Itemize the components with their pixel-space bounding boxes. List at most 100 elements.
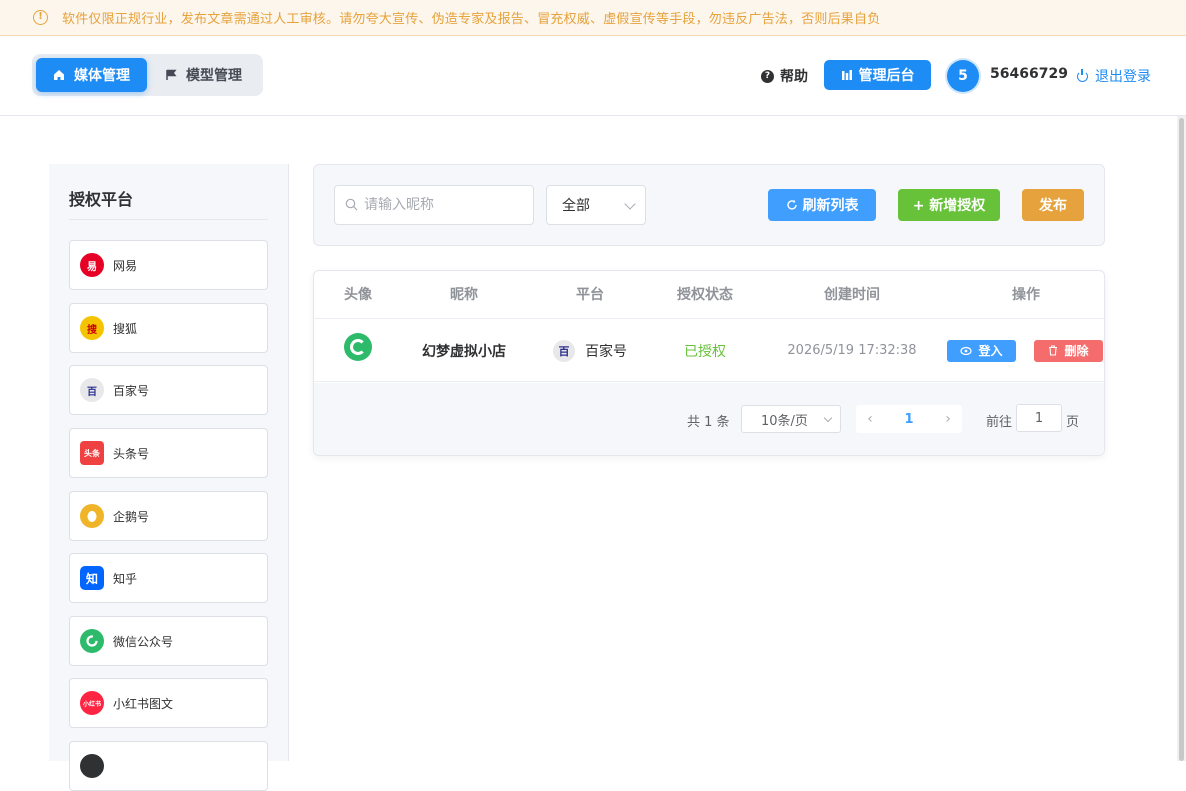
col-actions: 操作 [1012,287,1040,303]
tab-model[interactable]: 模型管理 [147,58,242,92]
zhihu-icon: 知 [80,566,104,590]
sidebar-item-label: 小红书图文 [113,696,174,711]
user-id: 56466729 [990,66,1068,82]
delete-button[interactable]: 删除 [1034,339,1103,362]
goto-label: 前往 [986,415,1013,430]
filter-bar: 全部 刷新列表 + 新增授权 发布 [313,164,1105,246]
sidebar-item-netease[interactable]: 易 网易 [69,240,268,290]
notice-text: 软件仅限正规行业，发布文章需通过人工审核。请勿夸大宣传、伪造专家及报告、冒充权威… [62,12,881,27]
table-header: 头像 昵称 平台 授权状态 创建时间 操作 [314,271,1104,319]
status-select[interactable]: 全部 [546,185,646,225]
login-label: 登入 [978,344,1003,358]
sidebar-item-tiktok[interactable] [69,741,268,791]
current-page[interactable]: 1 [884,412,934,427]
divider [69,219,268,220]
row-delete-cell: 删除 [1034,319,1103,382]
logout-link[interactable]: 退出登录 [1077,66,1151,86]
sidebar-item-penguin[interactable]: 企鹅号 [69,491,268,541]
admin-button[interactable]: 管理后台 [824,60,931,90]
sidebar-title: 授权平台 [69,190,134,209]
header: 媒体管理 模型管理 ? 帮助 管理后台 5 56466729 退出登录 [0,36,1186,116]
penguin-icon [80,504,104,528]
publish-button[interactable]: 发布 [1022,189,1084,221]
tab-media-label: 媒体管理 [74,68,130,84]
login-button[interactable]: 登入 [947,339,1016,362]
sidebar-item-baijiahao[interactable]: 百 百家号 [69,365,268,415]
row-nickname: 幻梦虚拟小店 [422,343,506,360]
sidebar-item-label: 网易 [113,258,138,273]
row-platform-label: 百家号 [585,343,627,360]
sidebar-item-zhihu[interactable]: 知 知乎 [69,553,268,603]
platform-sidebar: 授权平台 易 网易 搜 搜狐 百 百家号 头条 头条号 企鹅号 知 知乎 微信公… [49,164,289,791]
baijiahao-icon: 百 [553,339,575,362]
goto-page-input[interactable] [1016,404,1062,432]
account-avatar [344,332,372,361]
tab-media[interactable]: 媒体管理 [36,58,147,92]
row-created: 2026/5/19 17:32:38 [787,343,917,358]
prev-page-icon[interactable]: ‹ [856,411,884,427]
scrollbar-thumb[interactable] [1179,118,1184,761]
help-label: 帮助 [780,69,808,85]
row-status: 已授权 [684,343,726,360]
nav-tabs: 媒体管理 模型管理 [32,54,263,96]
netease-icon: 易 [80,253,104,277]
search-icon [345,196,358,215]
chevron-down-icon [624,198,636,210]
status-select-value: 全部 [562,198,590,214]
eye-icon [960,346,973,356]
col-platform: 平台 [576,287,604,303]
sidebar-item-label: 搜狐 [113,321,138,336]
sidebar-item-label: 企鹅号 [113,509,150,524]
accounts-table: 头像 昵称 平台 授权状态 创建时间 操作 幻梦虚拟小店 百 百家号 已授权 2… [313,270,1105,456]
search-input-wrap[interactable] [334,185,534,225]
sidebar-item-label: 百家号 [113,383,150,398]
chart-icon [841,69,853,81]
sidebar-item-sohu[interactable]: 搜 搜狐 [69,303,268,353]
pagination: 共 1 条 10条/页 ‹ 1 › 前往 页 [314,383,1104,455]
baijiahao-icon: 百 [80,378,104,402]
flag-icon [165,69,177,81]
col-nickname: 昵称 [450,287,478,303]
admin-label: 管理后台 [858,68,915,84]
sohu-icon: 搜 [80,316,104,340]
page-size-select[interactable]: 10条/页 [741,405,841,433]
delete-label: 删除 [1064,344,1089,358]
row-avatar-cell [344,315,372,378]
sidebar-item-wechat[interactable]: 微信公众号 [69,616,268,666]
col-avatar: 头像 [344,287,372,303]
home-icon [53,69,65,81]
toutiao-icon: 头条 [80,441,104,465]
row-platform: 百 百家号 [526,319,654,382]
sidebar-item-toutiao[interactable]: 头条 头条号 [69,428,268,478]
help-link[interactable]: ? 帮助 [761,66,808,86]
col-created: 创建时间 [824,287,880,303]
add-auth-button[interactable]: + 新增授权 [898,189,1000,221]
page-size-value: 10条/页 [761,413,808,429]
tiktok-icon [80,754,104,778]
sidebar-item-xiaohongshu[interactable]: 小红书 小红书图文 [69,678,268,728]
next-page-icon[interactable]: › [934,411,962,427]
warning-icon: ! [33,10,48,25]
refresh-label: 刷新列表 [802,198,859,214]
sidebar-item-label: 头条号 [113,446,150,461]
goto-suffix: 页 [1066,415,1080,430]
col-status: 授权状态 [677,287,733,303]
search-input[interactable] [364,197,524,213]
wechat-icon [80,629,104,653]
row-login-cell: 登入 [947,319,1016,382]
notice-bar: ! 软件仅限正规行业，发布文章需通过人工审核。请勿夸大宣传、伪造专家及报告、冒充… [0,0,1186,36]
sidebar-item-label: 知乎 [113,571,138,586]
tab-model-label: 模型管理 [186,68,242,84]
refresh-button[interactable]: 刷新列表 [768,189,876,221]
trash-icon [1048,345,1058,356]
refresh-icon [786,199,798,211]
xiaohongshu-icon: 小红书 [80,691,104,715]
logout-label: 退出登录 [1095,69,1151,85]
question-icon: ? [761,69,774,83]
power-icon [1077,68,1088,82]
chevron-down-icon [823,413,833,423]
pager: ‹ 1 › [856,405,962,433]
avatar[interactable]: 5 [947,60,979,92]
table-row: 幻梦虚拟小店 百 百家号 已授权 2026/5/19 17:32:38 登入 删… [314,319,1104,382]
total-count: 共 1 条 [687,415,730,430]
